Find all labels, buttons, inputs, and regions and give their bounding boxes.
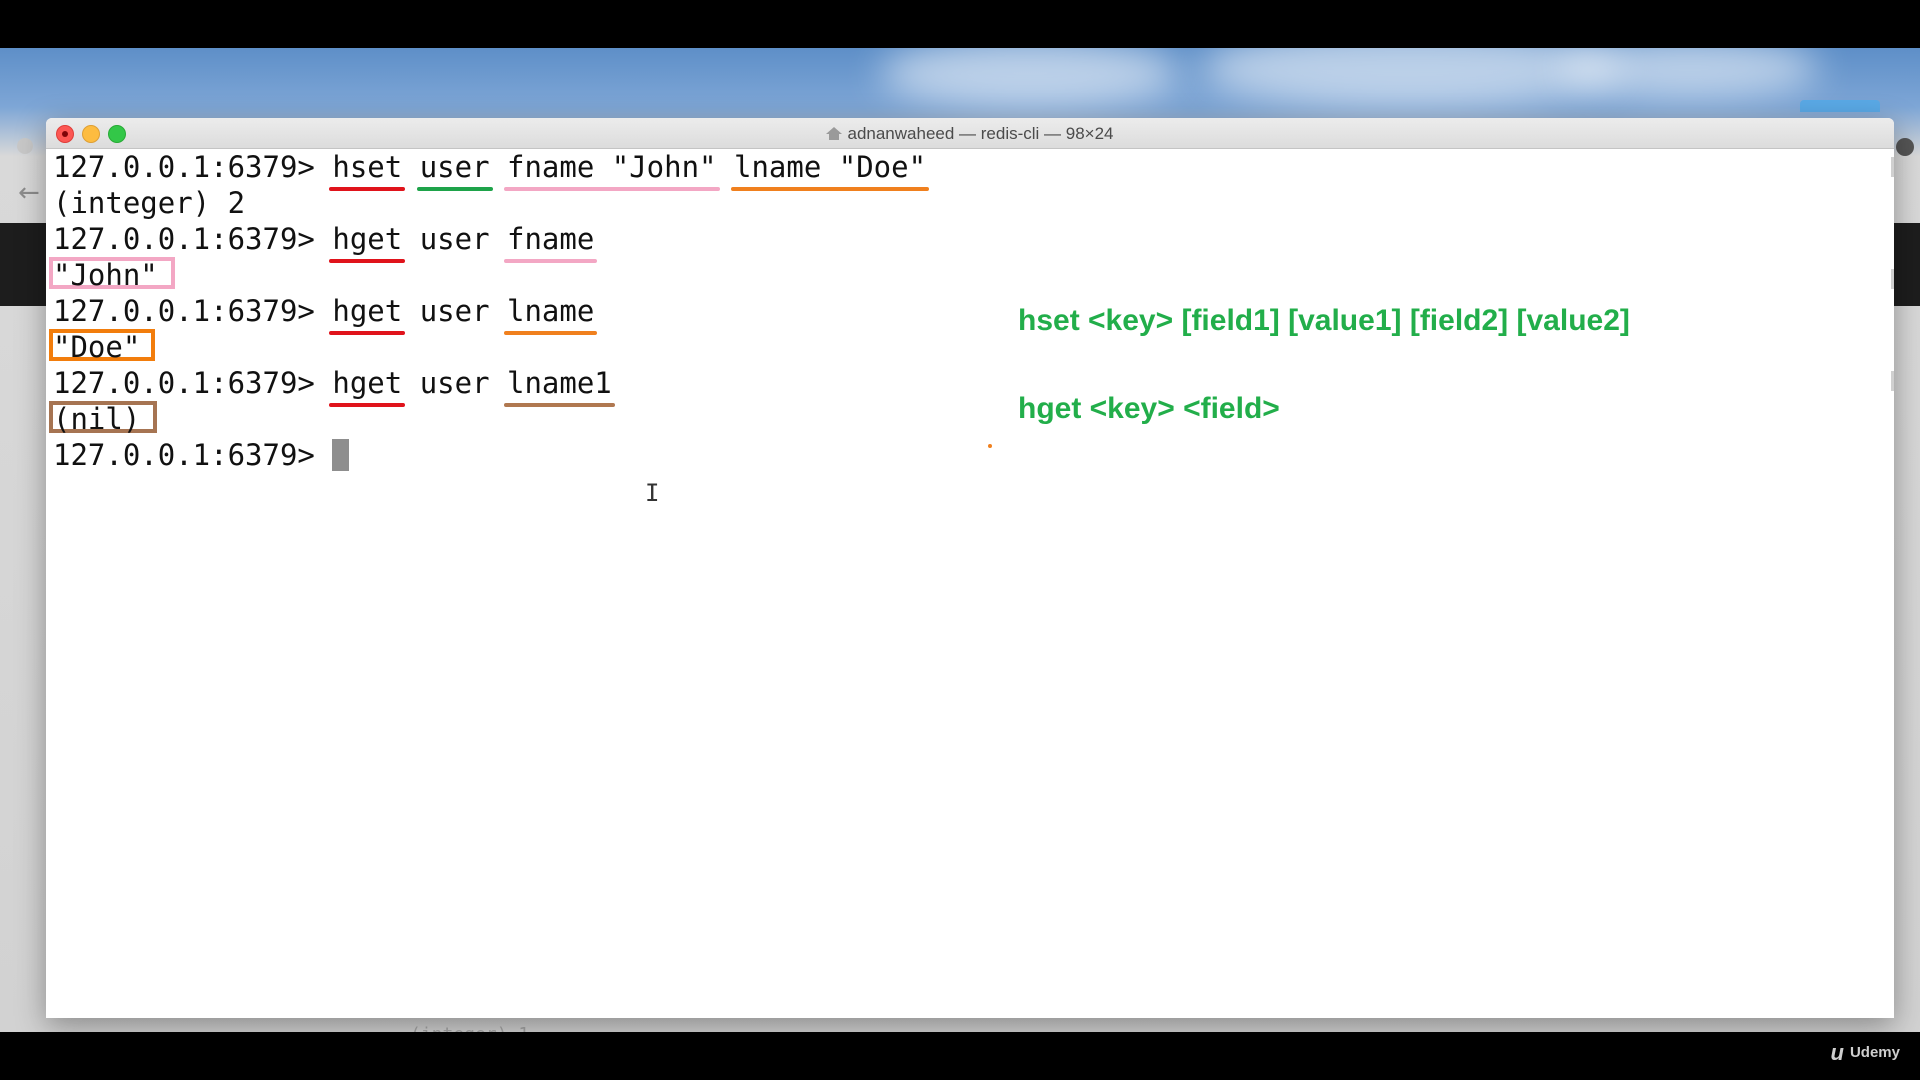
prompt: 127.0.0.1:6379> <box>53 366 315 400</box>
terminal-line-command: 127.0.0.1:6379> hget user fname <box>53 221 598 263</box>
window-titlebar[interactable]: adnanwaheed — redis-cli — 98×24 <box>46 118 1894 149</box>
text-cursor <box>332 439 350 471</box>
output-text: (nil) <box>53 402 141 436</box>
field-lname1: lname1 <box>504 366 615 407</box>
annotation-dot <box>988 444 992 448</box>
folder-icon <box>1800 100 1880 112</box>
background-terminal-text: (integer) 1 <box>410 1024 529 1032</box>
scrollbar-mark[interactable] <box>1891 157 1894 177</box>
ibeam-cursor-icon: I <box>645 479 660 507</box>
back-arrow-icon: ← <box>18 178 40 208</box>
terminal-line-input[interactable]: 127.0.0.1:6379> <box>53 437 350 473</box>
background-window-control <box>17 138 33 154</box>
field-value-pair-2: lname "Doe" <box>730 150 930 191</box>
field-lname: lname <box>503 294 598 335</box>
terminal-line-command: 127.0.0.1:6379> hget user lname <box>53 293 598 335</box>
cloud <box>1200 48 1620 108</box>
background-window-strip <box>1894 223 1920 306</box>
field-fname: fname <box>503 222 598 263</box>
prompt: 127.0.0.1:6379> <box>53 438 315 472</box>
cloud <box>880 48 1180 108</box>
key-user: user <box>419 294 490 328</box>
scrollbar-mark[interactable] <box>1891 371 1894 391</box>
command-hget: hget <box>329 222 406 263</box>
cloud <box>1560 48 1820 98</box>
prompt: 127.0.0.1:6379> <box>53 150 315 184</box>
output-text: (integer) 2 <box>53 186 246 220</box>
udemy-watermark: u Udemy <box>1831 1040 1900 1066</box>
terminal-line-command: 127.0.0.1:6379> hset user fname "John" l… <box>53 149 930 191</box>
prompt: 127.0.0.1:6379> <box>53 222 315 256</box>
terminal-window[interactable]: adnanwaheed — redis-cli — 98×24 127.0.0.… <box>46 118 1894 1018</box>
terminal-line-command: 127.0.0.1:6379> hget user lname1 <box>53 365 615 407</box>
terminal-content[interactable]: 127.0.0.1:6379> hset user fname "John" l… <box>46 149 1894 1018</box>
background-circle-icon <box>1896 138 1914 156</box>
watermark-text: Udemy <box>1849 1044 1900 1061</box>
output-text: "Doe" <box>53 330 141 364</box>
prompt: 127.0.0.1:6379> <box>53 294 315 328</box>
output-text: "John" <box>53 258 158 292</box>
terminal-line-output: "John" <box>53 257 158 293</box>
window-title-text: adnanwaheed — redis-cli — 98×24 <box>847 124 1114 143</box>
key-user: user <box>419 366 490 400</box>
command-hget: hget <box>329 366 406 407</box>
hget-syntax-note: hget <key> <field> <box>1018 392 1280 425</box>
udemy-logo-icon: u <box>1830 1040 1844 1065</box>
terminal-line-output: "Doe" <box>53 329 140 365</box>
background-window-strip <box>0 223 46 306</box>
terminal-line-output: (nil) <box>53 401 140 437</box>
window-title: adnanwaheed — redis-cli — 98×24 <box>46 124 1894 144</box>
home-icon <box>826 127 843 140</box>
key-user: user <box>419 222 490 256</box>
key-user: user <box>416 150 493 191</box>
command-hget: hget <box>329 294 406 335</box>
field-value-pair-1: fname "John" <box>504 150 720 191</box>
terminal-line-output: (integer) 2 <box>53 185 245 221</box>
scrollbar-mark[interactable] <box>1891 269 1894 289</box>
command-hset: hset <box>329 150 406 191</box>
hset-syntax-note: hset <key> [field1] [value1] [field2] [v… <box>1018 304 1630 337</box>
